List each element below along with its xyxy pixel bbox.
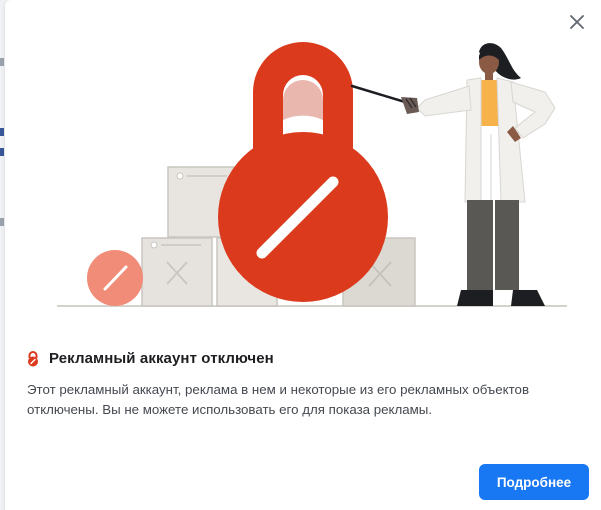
- background-fragment: [0, 148, 4, 156]
- small-disabled-badge: [87, 250, 143, 306]
- background-fragment: [0, 218, 4, 226]
- lock-icon: [28, 350, 38, 366]
- dialog-title: Рекламный аккаунт отключен: [49, 350, 274, 367]
- dialog-description: Этот рекламный аккаунт, реклама в нем и …: [27, 382, 530, 417]
- background-fragment: [0, 58, 4, 66]
- learn-more-button[interactable]: Подробнее: [479, 464, 589, 500]
- disabled-account-illustration: [57, 42, 567, 307]
- dialog-header: Рекламный аккаунт отключен: [26, 350, 274, 367]
- ad-account-disabled-dialog: Рекламный аккаунт отключен Этот рекламны…: [5, 0, 601, 510]
- disabled-box-left: [141, 237, 213, 307]
- background-fragment: [0, 128, 4, 136]
- big-padlock: [218, 42, 388, 302]
